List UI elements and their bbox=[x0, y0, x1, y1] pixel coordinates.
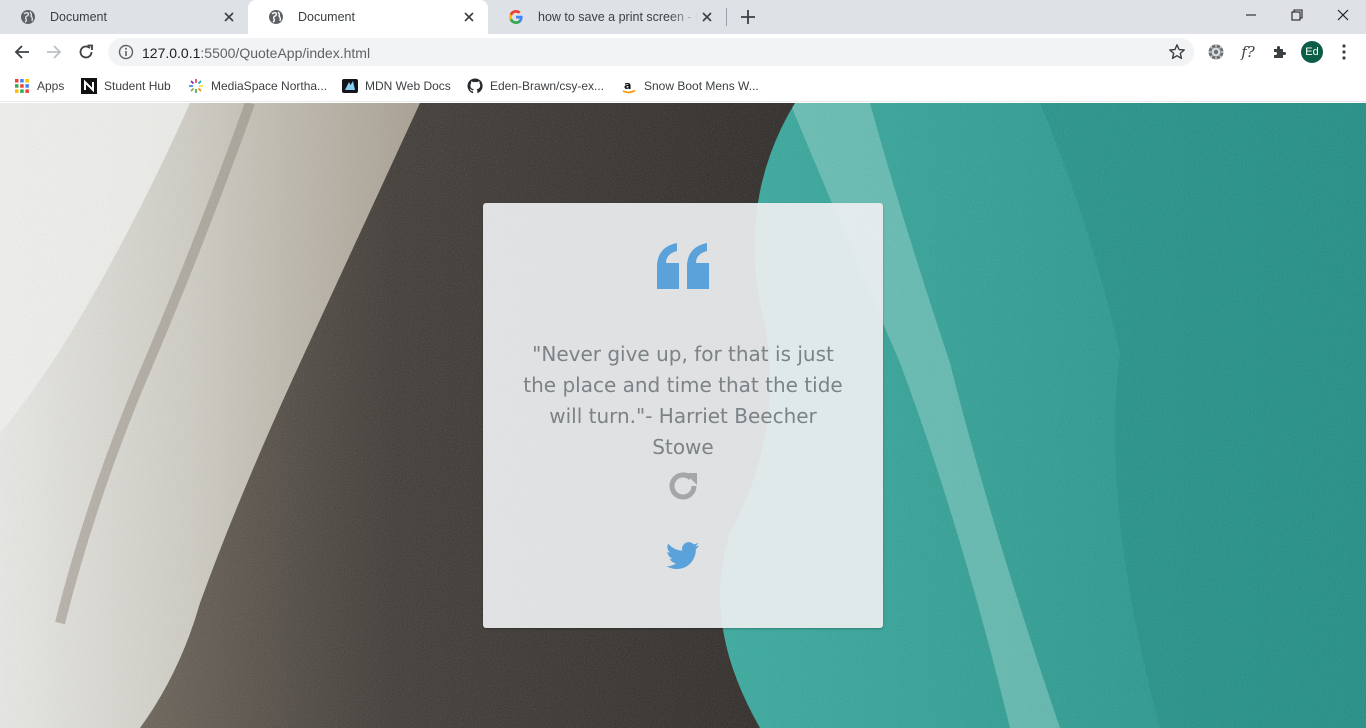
extension-gear-icon[interactable] bbox=[1206, 42, 1226, 62]
plus-icon bbox=[741, 10, 755, 24]
close-icon[interactable] bbox=[220, 8, 238, 26]
github-icon bbox=[467, 78, 483, 94]
close-window-button[interactable] bbox=[1320, 0, 1366, 30]
twitter-share-icon[interactable] bbox=[666, 541, 700, 571]
globe-icon bbox=[20, 9, 36, 25]
address-bar[interactable]: 127.0.0.1:5500/QuoteApp/index.html bbox=[108, 38, 1194, 66]
tab-title: Document bbox=[298, 10, 355, 24]
close-icon[interactable] bbox=[698, 8, 716, 26]
bookmark-label: MediaSpace Northa... bbox=[211, 79, 328, 93]
bookmark-student-hub[interactable]: Student Hub bbox=[81, 76, 171, 96]
apps-grid-icon bbox=[14, 78, 30, 94]
bookmark-label: Apps bbox=[37, 79, 65, 93]
menu-kebab-icon[interactable] bbox=[1334, 42, 1354, 62]
profile-initials: Ed bbox=[1305, 46, 1319, 58]
extensions-puzzle-icon[interactable] bbox=[1270, 42, 1290, 62]
close-icon[interactable] bbox=[460, 8, 478, 26]
student-hub-icon bbox=[81, 78, 97, 94]
minimize-icon bbox=[1246, 14, 1256, 16]
arrow-left-icon bbox=[14, 45, 29, 59]
back-button[interactable] bbox=[9, 39, 35, 65]
info-icon[interactable] bbox=[118, 44, 134, 60]
mdn-icon bbox=[342, 78, 358, 94]
bookmark-star-icon[interactable] bbox=[1168, 43, 1186, 61]
svg-text:a: a bbox=[624, 79, 631, 92]
extension-fx-button[interactable]: f? bbox=[1238, 42, 1258, 62]
bookmark-label: Snow Boot Mens W... bbox=[644, 79, 759, 93]
google-icon bbox=[508, 9, 524, 25]
extension-fx-label: f? bbox=[1241, 43, 1255, 61]
restore-button[interactable] bbox=[1274, 0, 1320, 30]
quote-left-icon bbox=[657, 243, 709, 289]
reload-icon bbox=[79, 44, 93, 59]
forward-button[interactable] bbox=[41, 39, 67, 65]
bookmarks-bar: Apps Student Hub MediaSpace Northa... MD… bbox=[0, 70, 1366, 102]
bookmark-apps[interactable]: Apps bbox=[14, 76, 64, 96]
profile-avatar[interactable]: Ed bbox=[1301, 41, 1323, 63]
tab-document-2[interactable]: Document bbox=[248, 0, 488, 34]
new-quote-refresh-icon[interactable] bbox=[665, 468, 701, 504]
close-icon bbox=[1337, 9, 1349, 21]
bookmark-github[interactable]: Eden-Brawn/csy-ex... bbox=[467, 76, 604, 96]
tab-google-search[interactable]: how to save a print screen - Google Sear… bbox=[488, 0, 726, 34]
bookmark-label: MDN Web Docs bbox=[365, 79, 451, 93]
mediaspace-icon bbox=[188, 78, 204, 94]
bookmark-mdn[interactable]: MDN Web Docs bbox=[342, 76, 451, 96]
bookmark-mediaspace[interactable]: MediaSpace Northa... bbox=[188, 76, 327, 96]
arrow-right-icon bbox=[47, 45, 62, 59]
bookmark-amazon[interactable]: a Snow Boot Mens W... bbox=[621, 76, 759, 96]
new-tab-button[interactable] bbox=[737, 6, 759, 28]
globe-icon bbox=[268, 9, 284, 25]
quote-text: "Never give up, for that is just the pla… bbox=[523, 342, 843, 459]
amazon-icon: a bbox=[621, 78, 637, 94]
quote-card: "Never give up, for that is just the pla… bbox=[483, 203, 883, 628]
url-path: :5500/QuoteApp/index.html bbox=[200, 45, 371, 61]
bookmark-label: Eden-Brawn/csy-ex... bbox=[490, 79, 605, 93]
tab-title: Document bbox=[50, 10, 107, 24]
bookmark-label: Student Hub bbox=[104, 79, 171, 93]
minimize-button[interactable] bbox=[1228, 0, 1274, 30]
url-text[interactable]: 127.0.0.1:5500/QuoteApp/index.html bbox=[142, 45, 370, 61]
reload-button[interactable] bbox=[73, 39, 99, 65]
browser-toolbar: 127.0.0.1:5500/QuoteApp/index.html f? Ed bbox=[0, 34, 1366, 70]
restore-icon bbox=[1291, 9, 1303, 21]
page-viewport: "Never give up, for that is just the pla… bbox=[0, 103, 1366, 728]
tab-document-1[interactable]: Document bbox=[0, 0, 248, 34]
tab-separator bbox=[726, 8, 727, 26]
url-host: 127.0.0.1 bbox=[142, 45, 201, 61]
tab-strip: Document Document how to save a print sc… bbox=[0, 0, 1366, 34]
tab-title: how to save a print screen - Google Sear… bbox=[538, 10, 698, 24]
